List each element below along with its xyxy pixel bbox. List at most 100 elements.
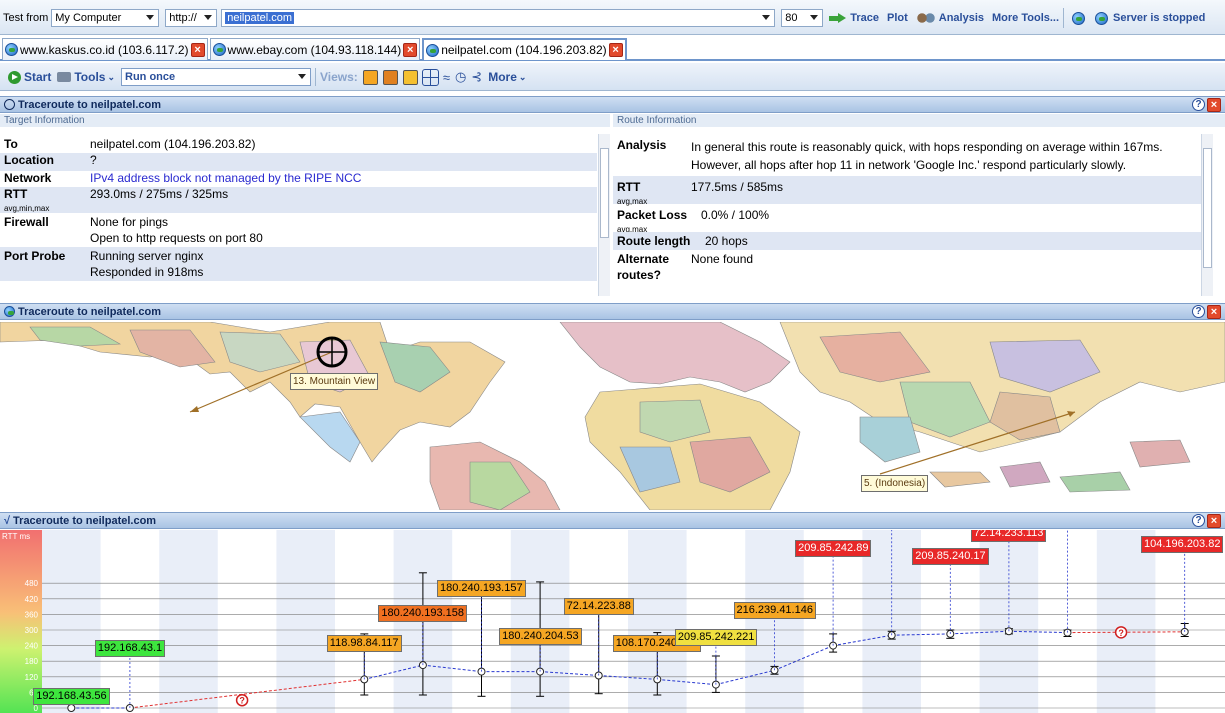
globe-settings-icon[interactable] xyxy=(1072,11,1086,25)
rtt-point xyxy=(67,704,76,712)
hop-label[interactable]: 118.98.84.117 xyxy=(326,635,402,653)
graph-view-icon[interactable] xyxy=(402,69,418,85)
map-label-mountain-view[interactable]: 13. Mountain View xyxy=(290,373,379,390)
plot-label: Plot xyxy=(886,12,908,24)
port-select[interactable]: 80 xyxy=(781,9,824,27)
more-tools-button[interactable]: More Tools... xyxy=(992,12,1059,24)
y-tick-label: 240 xyxy=(25,642,39,651)
plot-button[interactable]: Plot xyxy=(887,12,908,24)
tools-button[interactable]: Tools ⌄ xyxy=(57,70,115,84)
close-icon[interactable]: × xyxy=(1207,514,1221,528)
row-key: RTT xyxy=(4,187,28,201)
globe-icon xyxy=(1095,11,1109,25)
row-value: 177.5ms / 585ms xyxy=(691,180,784,194)
map-panel-title: Traceroute to neilpatel.com xyxy=(18,305,162,318)
hop-label[interactable]: 209.85.240.17 xyxy=(912,547,989,565)
north-america-landmass xyxy=(0,322,506,463)
help-icon[interactable]: ? xyxy=(1192,305,1205,318)
map-view-icon[interactable] xyxy=(382,69,398,85)
hop-label[interactable]: 180.240.193.157 xyxy=(437,579,526,597)
protocol-select[interactable]: http:// xyxy=(165,9,218,27)
row-value: 20 hops xyxy=(705,234,748,248)
analysis-button[interactable]: Analysis xyxy=(915,12,984,24)
hop-label[interactable]: 209.85.242.89 xyxy=(795,539,872,557)
tab-label: www.ebay.com (104.93.118.144) xyxy=(227,42,402,57)
hop-label[interactable]: 192.168.43.1 xyxy=(94,640,166,657)
tab-label: neilpatel.com (104.196.203.82) xyxy=(441,43,607,57)
tools-label: Tools xyxy=(74,70,106,84)
close-icon[interactable]: × xyxy=(1207,305,1221,319)
protocol-value: http:// xyxy=(169,12,197,24)
trace-button[interactable]: Trace xyxy=(829,12,879,24)
row-key: RTT xyxy=(617,180,641,194)
route-scrollbar[interactable] xyxy=(1201,134,1213,296)
target-info-table: To neilpatel.com (104.196.203.82) Locatio… xyxy=(0,137,597,297)
map-label-indonesia[interactable]: 5. (Indonesia) xyxy=(861,475,929,492)
run-mode-select[interactable]: Run once xyxy=(121,68,311,86)
server-status-button[interactable]: Server is stopped xyxy=(1095,11,1205,25)
hop-label[interactable]: 72.14.223.88 xyxy=(563,597,634,615)
map-panel-header: Traceroute to neilpatel.com ? × xyxy=(0,303,1225,320)
more-tools-label: More Tools... xyxy=(992,12,1060,24)
target-row-port-probe: Port Probe Running server nginx Responde… xyxy=(0,247,597,281)
tab-ebay[interactable]: www.ebay.com (104.93.118.144) × xyxy=(209,38,421,60)
row-key-2: routes? xyxy=(617,268,662,282)
row-value-2: Responded in 918ms xyxy=(90,265,204,279)
chevron-down-icon xyxy=(810,15,819,20)
summary-panel-title: Traceroute to neilpatel.com xyxy=(18,98,162,111)
rtt-point xyxy=(1180,627,1189,636)
arrow-right-icon xyxy=(829,12,847,24)
row-key: Firewall xyxy=(4,215,49,229)
summary-view-icon[interactable] xyxy=(362,69,378,85)
hop-label[interactable]: 104.196.203.82 xyxy=(1141,535,1224,553)
tab-kaskus[interactable]: www.kaskus.co.id (103.6.117.2) × xyxy=(2,38,208,60)
url-input[interactable]: neilpatel.com xyxy=(221,9,776,27)
help-icon[interactable]: ? xyxy=(1192,514,1205,527)
wave-view-icon[interactable]: ≈ xyxy=(443,70,450,85)
chart-panel-header: √ Traceroute to neilpatel.com ? × xyxy=(0,512,1225,529)
tab-bar: www.kaskus.co.id (103.6.117.2) × www.eba… xyxy=(0,37,1225,61)
close-icon[interactable]: × xyxy=(608,43,623,57)
test-from-select[interactable]: My Computer xyxy=(51,9,160,27)
row-value: 0.0% / 100% xyxy=(701,208,770,222)
start-button[interactable]: Start xyxy=(8,70,51,84)
y-axis-label: RTT ms xyxy=(2,532,30,541)
hop-label[interactable]: 180.240.204.53 xyxy=(499,627,582,645)
tab-neilpatel[interactable]: neilpatel.com (104.196.203.82) × xyxy=(422,38,627,60)
y-tick-label: 120 xyxy=(25,673,39,682)
target-crosshair-icon[interactable] xyxy=(316,336,348,368)
hop-column-stripe xyxy=(42,530,101,713)
chart-panel-title: Traceroute to neilpatel.com xyxy=(13,514,157,527)
target-scrollbar[interactable] xyxy=(598,134,610,296)
test-from-label: Test from xyxy=(3,12,49,24)
arrow-head-west xyxy=(190,406,199,412)
network-link[interactable]: IPv4 address block not managed by the RI… xyxy=(90,171,597,187)
packet-loss-mark: ? xyxy=(1118,628,1124,638)
route-row-length: Route length 20 hops xyxy=(613,232,1201,250)
more-label: More xyxy=(488,70,517,84)
hop-label[interactable]: 209.85.242.221 xyxy=(674,628,758,646)
close-icon[interactable]: × xyxy=(1207,98,1221,112)
hop-label[interactable]: 72.14.233.113 xyxy=(970,530,1047,543)
row-value: 293.0ms / 275ms / 325ms xyxy=(90,187,229,201)
row-key: Network xyxy=(4,171,52,185)
route-view-icon[interactable]: ⊰ xyxy=(471,69,482,85)
summary-panel-header: Traceroute to neilpatel.com ? × xyxy=(0,96,1225,113)
world-map[interactable]: 13. Mountain View 5. (Indonesia) xyxy=(0,322,1225,510)
hop-label[interactable]: 216.239.41.146 xyxy=(733,602,816,620)
y-axis-gradient xyxy=(0,530,42,713)
tab-label: www.kaskus.co.id (103.6.117.2) xyxy=(20,42,189,57)
clock-view-icon[interactable]: ◷ xyxy=(455,69,466,85)
table-view-icon[interactable] xyxy=(421,68,439,86)
rtt-chart[interactable]: 060120180240300360420480RTT ms?? 192.168… xyxy=(0,530,1225,713)
close-icon[interactable]: × xyxy=(190,42,205,57)
hop-label[interactable]: 192.168.43.56 xyxy=(33,688,110,705)
more-views-button[interactable]: More ⌄ xyxy=(488,70,526,84)
close-icon[interactable]: × xyxy=(403,42,418,57)
chevron-down-icon xyxy=(204,15,213,20)
y-tick-label: 360 xyxy=(25,610,39,619)
route-row-alternate: Alternate routes? None found xyxy=(613,250,1201,284)
help-icon[interactable]: ? xyxy=(1192,98,1205,111)
chevron-down-icon: ⌄ xyxy=(107,71,115,82)
hop-label[interactable]: 180.240.193.158 xyxy=(378,605,467,623)
